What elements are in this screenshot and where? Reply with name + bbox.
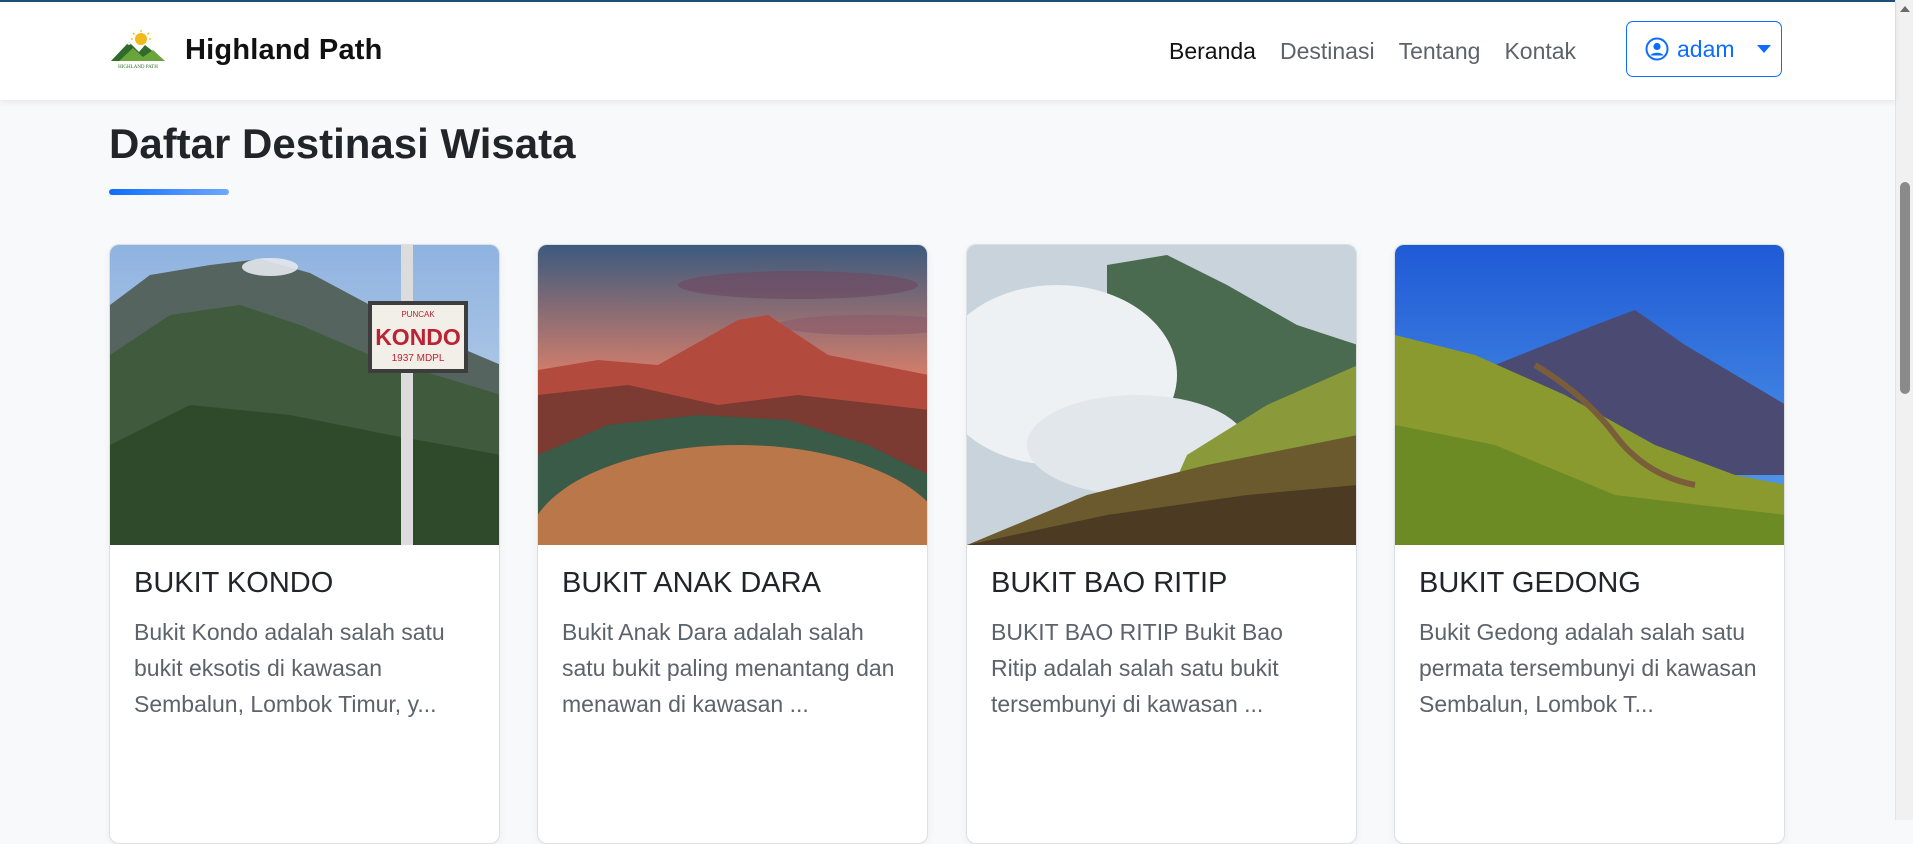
user-circle-icon bbox=[1645, 37, 1669, 61]
top-navbar: HIGHLAND PATH Highland Path Beranda Dest… bbox=[0, 0, 1895, 100]
card-description: Bukit Kondo adalah salah satu bukit ekso… bbox=[134, 619, 445, 717]
destination-image-anak-dara bbox=[538, 245, 927, 545]
sign-sub-text: 1937 MDPL bbox=[392, 353, 445, 364]
destination-image-kondo: PUNCAK KONDO 1937 MDPL bbox=[110, 245, 499, 545]
destination-image-bao-ritip bbox=[967, 245, 1356, 545]
sign-top-text: PUNCAK bbox=[401, 310, 435, 319]
mountain-logo-icon: HIGHLAND PATH bbox=[111, 30, 165, 70]
destination-card-anak-dara[interactable]: BUKIT ANAK DARA Bukit Anak Dara adalah s… bbox=[537, 244, 928, 844]
destination-image-gedong bbox=[1395, 245, 1784, 545]
card-description: Bukit Anak Dara adalah salah satu bukit … bbox=[562, 619, 895, 717]
card-description: Bukit Gedong adalah salah satu permata t… bbox=[1419, 619, 1757, 717]
title-underline bbox=[109, 189, 229, 195]
user-name: adam bbox=[1677, 35, 1735, 62]
chevron-down-icon bbox=[1756, 45, 1771, 53]
destination-card-kondo[interactable]: PUNCAK KONDO 1937 MDPL BUKIT KONDO Bukit… bbox=[109, 244, 500, 844]
brand[interactable]: HIGHLAND PATH Highland Path bbox=[109, 30, 383, 70]
main-nav: Beranda Destinasi Tentang Kontak bbox=[1169, 38, 1600, 65]
logo-text: HIGHLAND PATH bbox=[118, 65, 158, 70]
scrollbar-thumb[interactable] bbox=[1900, 182, 1910, 394]
brand-name: Highland Path bbox=[185, 33, 383, 66]
card-title: BUKIT GEDONG bbox=[1419, 567, 1641, 599]
nav-beranda[interactable]: Beranda bbox=[1169, 38, 1256, 65]
card-description: BUKIT BAO RITIP Bukit Bao Ritip adalah s… bbox=[991, 619, 1283, 717]
card-title: BUKIT KONDO bbox=[134, 567, 334, 599]
card-title: BUKIT ANAK DARA bbox=[562, 567, 821, 599]
destination-card-bao-ritip[interactable]: BUKIT BAO RITIP BUKIT BAO RITIP Bukit Ba… bbox=[966, 244, 1357, 844]
user-menu-button[interactable]: adam bbox=[1626, 21, 1782, 77]
sign-main-text: KONDO bbox=[375, 324, 461, 350]
nav-kontak[interactable]: Kontak bbox=[1504, 38, 1576, 65]
card-title: BUKIT BAO RITIP bbox=[991, 567, 1228, 599]
nav-tentang[interactable]: Tentang bbox=[1399, 38, 1481, 65]
scroll-up-icon[interactable] bbox=[1900, 6, 1910, 12]
nav-destinasi[interactable]: Destinasi bbox=[1280, 38, 1375, 65]
destination-card-gedong[interactable]: BUKIT GEDONG Bukit Gedong adalah salah s… bbox=[1394, 244, 1785, 844]
page-title: Daftar Destinasi Wisata bbox=[109, 120, 576, 167]
page-scrollbar[interactable] bbox=[1895, 0, 1913, 820]
